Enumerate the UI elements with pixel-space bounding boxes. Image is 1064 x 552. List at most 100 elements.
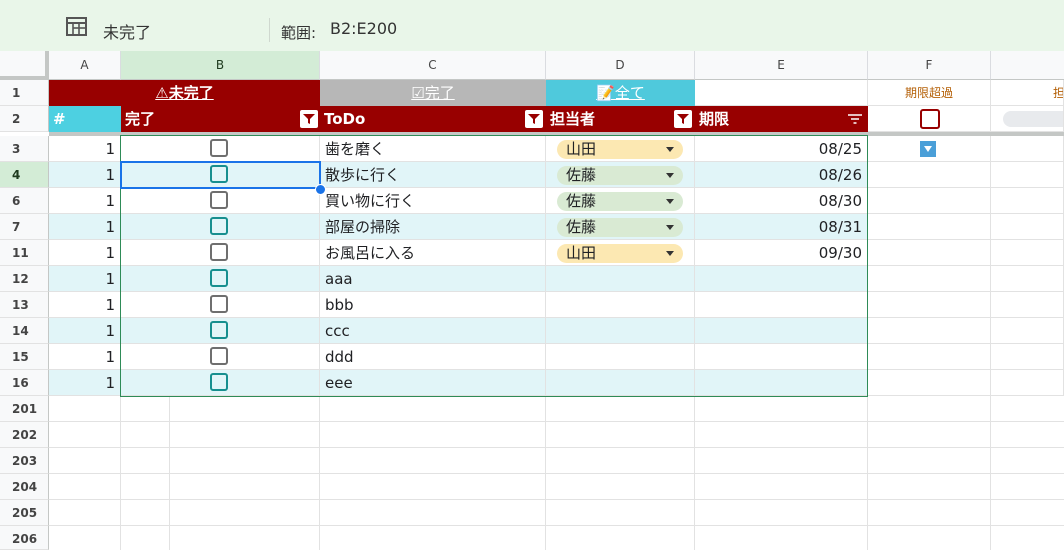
checkbox[interactable] [210, 191, 228, 209]
assignee-chip[interactable]: 佐藤 [557, 166, 683, 185]
assignee-cell[interactable] [546, 266, 695, 292]
todo-cell[interactable]: 部屋の掃除 [320, 214, 546, 240]
row-header[interactable]: 205 [0, 500, 49, 526]
row-header[interactable]: 11 [0, 240, 49, 266]
todo-cell[interactable]: ccc [320, 318, 546, 344]
row-header[interactable]: 3 [0, 136, 49, 162]
num-cell[interactable]: 1 [49, 370, 121, 396]
cell[interactable] [991, 344, 1064, 370]
done-cell[interactable] [121, 214, 320, 240]
checkbox[interactable] [210, 321, 228, 339]
cell[interactable] [868, 188, 991, 214]
column-header-a[interactable]: A [49, 51, 121, 80]
dropdown-arrow-icon[interactable] [920, 141, 936, 157]
fill-handle[interactable] [315, 184, 326, 195]
done-cell[interactable] [121, 136, 320, 162]
sort-icon[interactable] [848, 114, 862, 124]
done-cell[interactable] [121, 370, 320, 396]
row-header[interactable]: 15 [0, 344, 49, 370]
deadline-cell[interactable] [695, 344, 868, 370]
assignee-chip[interactable]: 佐藤 [557, 192, 683, 211]
overdue-label-cell[interactable]: 期限超過 [868, 80, 991, 106]
assignee-chip[interactable]: 山田 [557, 140, 683, 159]
num-cell[interactable]: 1 [49, 214, 121, 240]
checkbox[interactable] [210, 347, 228, 365]
cell[interactable] [991, 266, 1064, 292]
checkbox-icon[interactable] [920, 109, 940, 129]
checkbox[interactable] [210, 165, 228, 183]
cell[interactable] [991, 136, 1064, 162]
assignee-cell[interactable]: 佐藤 [546, 188, 695, 214]
num-cell[interactable]: 1 [49, 162, 121, 188]
deadline-header[interactable]: 期限 [695, 106, 868, 132]
num-header[interactable]: # [49, 106, 121, 132]
cell[interactable] [868, 240, 991, 266]
done-cell[interactable] [121, 318, 320, 344]
assignee-cell[interactable]: 山田 [546, 136, 695, 162]
cell[interactable] [868, 370, 991, 396]
assignee-cell[interactable]: 佐藤 [546, 214, 695, 240]
cell[interactable] [991, 240, 1064, 266]
row-header[interactable]: 1 [0, 80, 49, 106]
todo-cell[interactable]: aaa [320, 266, 546, 292]
row-header[interactable]: 7 [0, 214, 49, 240]
assignee-cell[interactable] [546, 292, 695, 318]
column-header-f[interactable]: F [868, 51, 991, 80]
done-cell[interactable] [121, 162, 320, 188]
done-cell[interactable] [121, 240, 320, 266]
column-header-c[interactable]: C [320, 51, 546, 80]
todo-cell[interactable]: お風呂に入る [320, 240, 546, 266]
cell[interactable] [868, 318, 991, 344]
cell[interactable] [991, 188, 1064, 214]
assignee-cell[interactable] [546, 370, 695, 396]
cell[interactable] [868, 266, 991, 292]
done-cell[interactable] [121, 344, 320, 370]
assignee-label-cell[interactable]: 担 [991, 80, 1064, 106]
num-cell[interactable]: 1 [49, 344, 121, 370]
row-header[interactable]: 6 [0, 188, 49, 214]
filter-view-name[interactable]: 未完了 [103, 19, 151, 43]
assignee-cell[interactable]: 佐藤 [546, 162, 695, 188]
cell[interactable] [991, 318, 1064, 344]
done-cell[interactable] [121, 188, 320, 214]
cell[interactable] [868, 214, 991, 240]
column-header-d[interactable]: D [546, 51, 695, 80]
cell[interactable] [868, 344, 991, 370]
done-cell[interactable] [121, 266, 320, 292]
checkbox[interactable] [210, 373, 228, 391]
cell[interactable] [868, 292, 991, 318]
row-header[interactable]: 206 [0, 526, 49, 550]
num-cell[interactable]: 1 [49, 292, 121, 318]
row-header[interactable]: 204 [0, 474, 49, 500]
todo-cell[interactable]: bbb [320, 292, 546, 318]
table-view-icon[interactable] [66, 17, 88, 37]
todo-cell[interactable]: 歯を磨く [320, 136, 546, 162]
assignee-chip[interactable]: 山田 [557, 244, 683, 263]
row-header[interactable]: 203 [0, 448, 49, 474]
row-header[interactable]: 13 [0, 292, 49, 318]
column-header-b[interactable]: B [121, 51, 320, 80]
range-value[interactable]: B2:E200 [330, 19, 397, 38]
num-cell[interactable]: 1 [49, 318, 121, 344]
deadline-cell[interactable] [695, 318, 868, 344]
assignee-header[interactable]: 担当者 [546, 106, 695, 132]
deadline-cell[interactable] [695, 370, 868, 396]
deadline-cell[interactable]: 08/25 [695, 136, 868, 162]
checkbox[interactable] [210, 269, 228, 287]
row-header[interactable]: 14 [0, 318, 49, 344]
deadline-cell[interactable] [695, 266, 868, 292]
complete-filter-link[interactable]: ☑完了 [320, 80, 546, 106]
deadline-cell[interactable]: 08/26 [695, 162, 868, 188]
done-cell[interactable] [121, 292, 320, 318]
column-header-g[interactable] [991, 51, 1064, 80]
checkbox[interactable] [210, 243, 228, 261]
assignee-cell[interactable] [546, 318, 695, 344]
deadline-cell[interactable]: 08/31 [695, 214, 868, 240]
row-header[interactable]: 16 [0, 370, 49, 396]
todo-cell[interactable]: 散歩に行く [320, 162, 546, 188]
cell[interactable] [991, 292, 1064, 318]
filter-icon[interactable] [674, 110, 692, 128]
cell[interactable] [991, 162, 1064, 188]
filter-icon[interactable] [525, 110, 543, 128]
all-filter-link[interactable]: 📝全て [546, 80, 695, 106]
